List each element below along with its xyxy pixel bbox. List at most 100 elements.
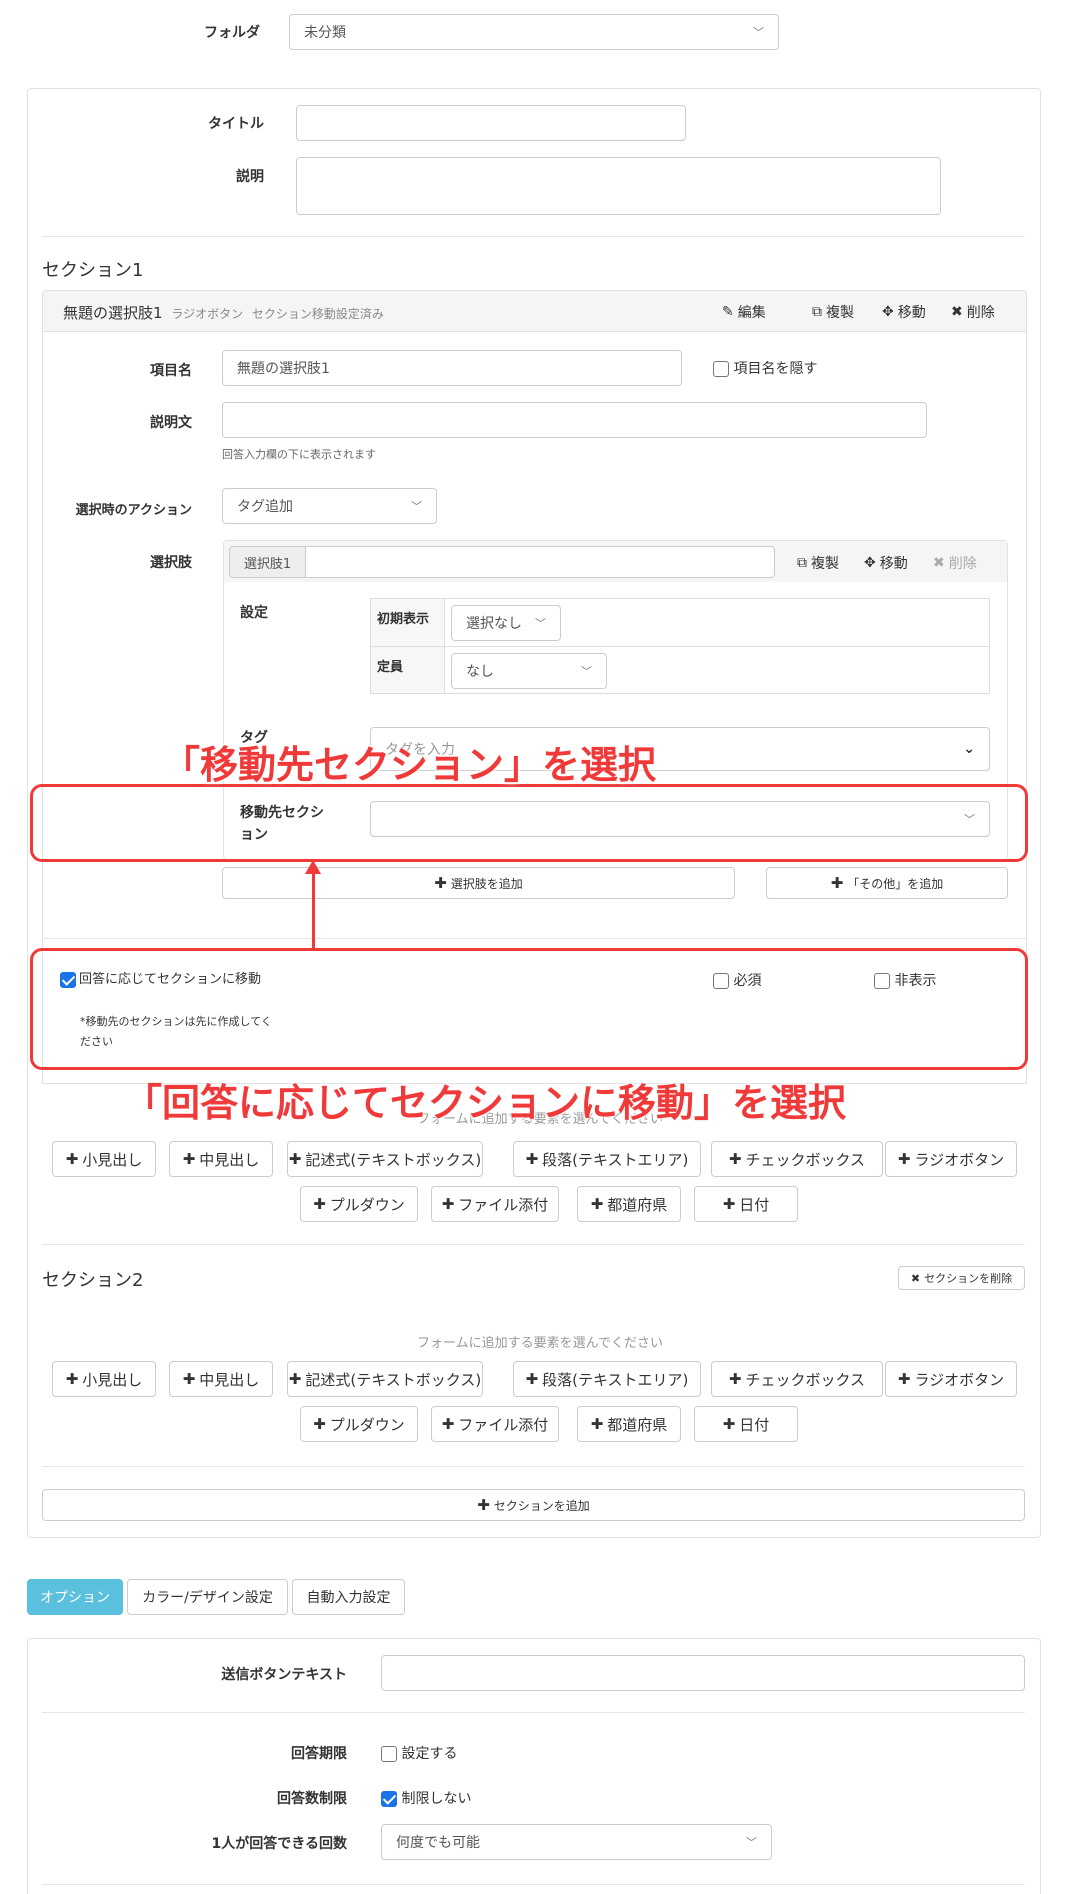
submit-input[interactable] bbox=[381, 1655, 1025, 1691]
add-choice-button[interactable]: ✚ 選択肢を追加 bbox=[222, 867, 735, 899]
per-person-select[interactable]: 何度でも可能 ﹀ bbox=[381, 1824, 772, 1860]
plus-icon: ✚ bbox=[65, 1370, 79, 1388]
hide-name-option[interactable]: 項目名を隠す bbox=[713, 358, 817, 378]
plus-icon: ✚ bbox=[722, 1195, 736, 1213]
submit-label: 送信ボタンテキスト bbox=[221, 1667, 347, 1683]
section2-add-element-button[interactable]: ✚ プルダウン bbox=[300, 1406, 418, 1442]
delete-section-button[interactable]: ✖ セクションを削除 bbox=[898, 1266, 1025, 1290]
section1-add-element-button[interactable]: ✚ 小見出し bbox=[52, 1141, 156, 1177]
hide-name-checkbox[interactable] bbox=[713, 361, 729, 377]
plus-icon: ✚ bbox=[313, 1195, 326, 1213]
choice-move-button[interactable]: ✥ 移動 bbox=[864, 553, 908, 573]
plus-icon: ✚ bbox=[897, 1370, 911, 1388]
settings-table-rowline bbox=[371, 646, 989, 647]
section2-add-element-button[interactable]: ✚ ファイル添付 bbox=[431, 1406, 559, 1442]
item-name-label: 項目名 bbox=[150, 363, 192, 379]
add-other-button[interactable]: ✚ 「その他」を追加 bbox=[766, 867, 1008, 899]
pencil-icon: ✎ bbox=[722, 304, 734, 320]
add-element-label: 記述式(テキストボックス) bbox=[305, 1370, 482, 1389]
section2-title: セクション2 bbox=[42, 1270, 144, 1291]
annotation-bottom-text: 「回答に応じてセクションに移動」を選択 bbox=[124, 1081, 847, 1125]
tab-options[interactable]: オプション bbox=[27, 1579, 123, 1615]
plus-icon: ✚ bbox=[830, 874, 844, 892]
question-type: ラジオボタン bbox=[171, 307, 244, 321]
desc-hint: 回答入力欄の下に表示されます bbox=[222, 448, 376, 461]
section2-add-prompt: フォームに追加する要素を選んでください bbox=[417, 1336, 663, 1351]
limit-checkbox[interactable] bbox=[381, 1791, 397, 1807]
section2-add-element-button[interactable]: ✚ 記述式(テキストボックス) bbox=[287, 1361, 483, 1397]
desc-text-input[interactable] bbox=[222, 402, 927, 438]
action-select[interactable]: タグ追加 ﹀ bbox=[222, 488, 437, 524]
add-other-label: 「その他」を追加 bbox=[847, 876, 944, 891]
section2-add-element-button[interactable]: ✚ 日付 bbox=[694, 1406, 798, 1442]
section2-add-element-button[interactable]: ✚ チェックボックス bbox=[711, 1361, 883, 1397]
copy-button[interactable]: ⧉ 複製 bbox=[812, 302, 854, 322]
section1-add-element-button[interactable]: ✚ ラジオボタン bbox=[885, 1141, 1017, 1177]
add-element-label: ファイル添付 bbox=[458, 1415, 549, 1434]
add-element-label: ラジオボタン bbox=[914, 1370, 1005, 1389]
capacity-select[interactable]: なし ﹀ bbox=[451, 653, 607, 689]
section1-add-element-button[interactable]: ✚ 中見出し bbox=[169, 1141, 273, 1177]
section1-add-element-button[interactable]: ✚ 日付 bbox=[694, 1186, 798, 1222]
plus-icon: ✚ bbox=[897, 1150, 911, 1168]
choice-input[interactable] bbox=[305, 546, 775, 578]
delete-label: 削除 bbox=[966, 305, 995, 321]
chevron-down-icon: ﹀ bbox=[535, 617, 546, 630]
limit-option[interactable]: 制限しない bbox=[381, 1788, 471, 1808]
per-person-value: 何度でも可能 bbox=[396, 1835, 480, 1851]
section2-add-element-button[interactable]: ✚ 中見出し bbox=[169, 1361, 273, 1397]
initial-value: 選択なし bbox=[466, 616, 522, 632]
limit-label: 回答数制限 bbox=[277, 1791, 347, 1807]
section1-add-element-button[interactable]: ✚ 記述式(テキストボックス) bbox=[287, 1141, 483, 1177]
divider bbox=[42, 1712, 1025, 1713]
per-person-label: 1人が回答できる回数 bbox=[211, 1836, 347, 1852]
choice-copy-button[interactable]: ⧉ 複製 bbox=[797, 553, 839, 573]
chevron-down-icon: ﹀ bbox=[581, 665, 592, 678]
title-label: タイトル bbox=[208, 116, 264, 132]
section2-add-element-button[interactable]: ✚ 都道府県 bbox=[577, 1406, 681, 1442]
add-section-button[interactable]: ✚ セクションを追加 bbox=[42, 1489, 1025, 1521]
question-status: セクション移動設定済み bbox=[251, 307, 384, 321]
choice-delete-label: 削除 bbox=[948, 556, 977, 572]
close-icon: ✖ bbox=[910, 1271, 921, 1285]
annotation-box-jump bbox=[30, 948, 1028, 1070]
plus-icon: ✚ bbox=[728, 1150, 742, 1168]
deadline-checkbox[interactable] bbox=[381, 1746, 397, 1762]
add-element-label: プルダウン bbox=[329, 1415, 405, 1434]
section2-add-element-button[interactable]: ✚ 小見出し bbox=[52, 1361, 156, 1397]
section2-add-element-button[interactable]: ✚ ラジオボタン bbox=[885, 1361, 1017, 1397]
folder-label: フォルダ bbox=[204, 25, 260, 41]
initial-label: 初期表示 bbox=[377, 612, 430, 627]
capacity-value: なし bbox=[466, 664, 494, 680]
question-name: 無題の選択肢1 bbox=[63, 304, 163, 322]
initial-select[interactable]: 選択なし ﹀ bbox=[451, 605, 561, 641]
description-textarea[interactable] bbox=[296, 157, 941, 215]
section1-add-element-button[interactable]: ✚ ファイル添付 bbox=[431, 1186, 559, 1222]
hide-name-label: 項目名を隠す bbox=[733, 361, 818, 377]
deadline-option[interactable]: 設定する bbox=[381, 1743, 457, 1763]
plus-icon: ✚ bbox=[182, 1370, 196, 1388]
close-icon: ✖ bbox=[951, 304, 963, 320]
divider bbox=[42, 236, 1025, 237]
section1-add-element-button[interactable]: ✚ 段落(テキストエリア) bbox=[513, 1141, 701, 1177]
edit-button[interactable]: ✎ 編集 bbox=[722, 302, 766, 322]
capacity-label: 定員 bbox=[377, 660, 404, 675]
move-button[interactable]: ✥ 移動 bbox=[882, 302, 926, 322]
choice-copy-label: 複製 bbox=[811, 556, 839, 572]
item-name-input[interactable]: 無題の選択肢1 bbox=[222, 350, 682, 386]
chevron-down-icon: ﹀ bbox=[753, 26, 764, 39]
tab-color-design[interactable]: カラー/デザイン設定 bbox=[127, 1579, 288, 1615]
folder-select[interactable]: 未分類 ﹀ bbox=[289, 14, 779, 50]
section1-add-element-button[interactable]: ✚ チェックボックス bbox=[711, 1141, 883, 1177]
delete-button[interactable]: ✖ 削除 bbox=[951, 302, 995, 322]
choice-delete-button[interactable]: ✖ 削除 bbox=[933, 553, 977, 573]
description-label: 説明 bbox=[236, 169, 264, 185]
deadline-check-label: 設定する bbox=[401, 1746, 458, 1762]
deadline-label: 回答期限 bbox=[291, 1746, 347, 1762]
title-input[interactable] bbox=[296, 105, 686, 141]
plus-icon: ✚ bbox=[65, 1150, 79, 1168]
section2-add-element-button[interactable]: ✚ 段落(テキストエリア) bbox=[513, 1361, 701, 1397]
section1-add-element-button[interactable]: ✚ 都道府県 bbox=[577, 1186, 681, 1222]
tab-autofill[interactable]: 自動入力設定 bbox=[292, 1579, 405, 1615]
section1-add-element-button[interactable]: ✚ プルダウン bbox=[300, 1186, 418, 1222]
